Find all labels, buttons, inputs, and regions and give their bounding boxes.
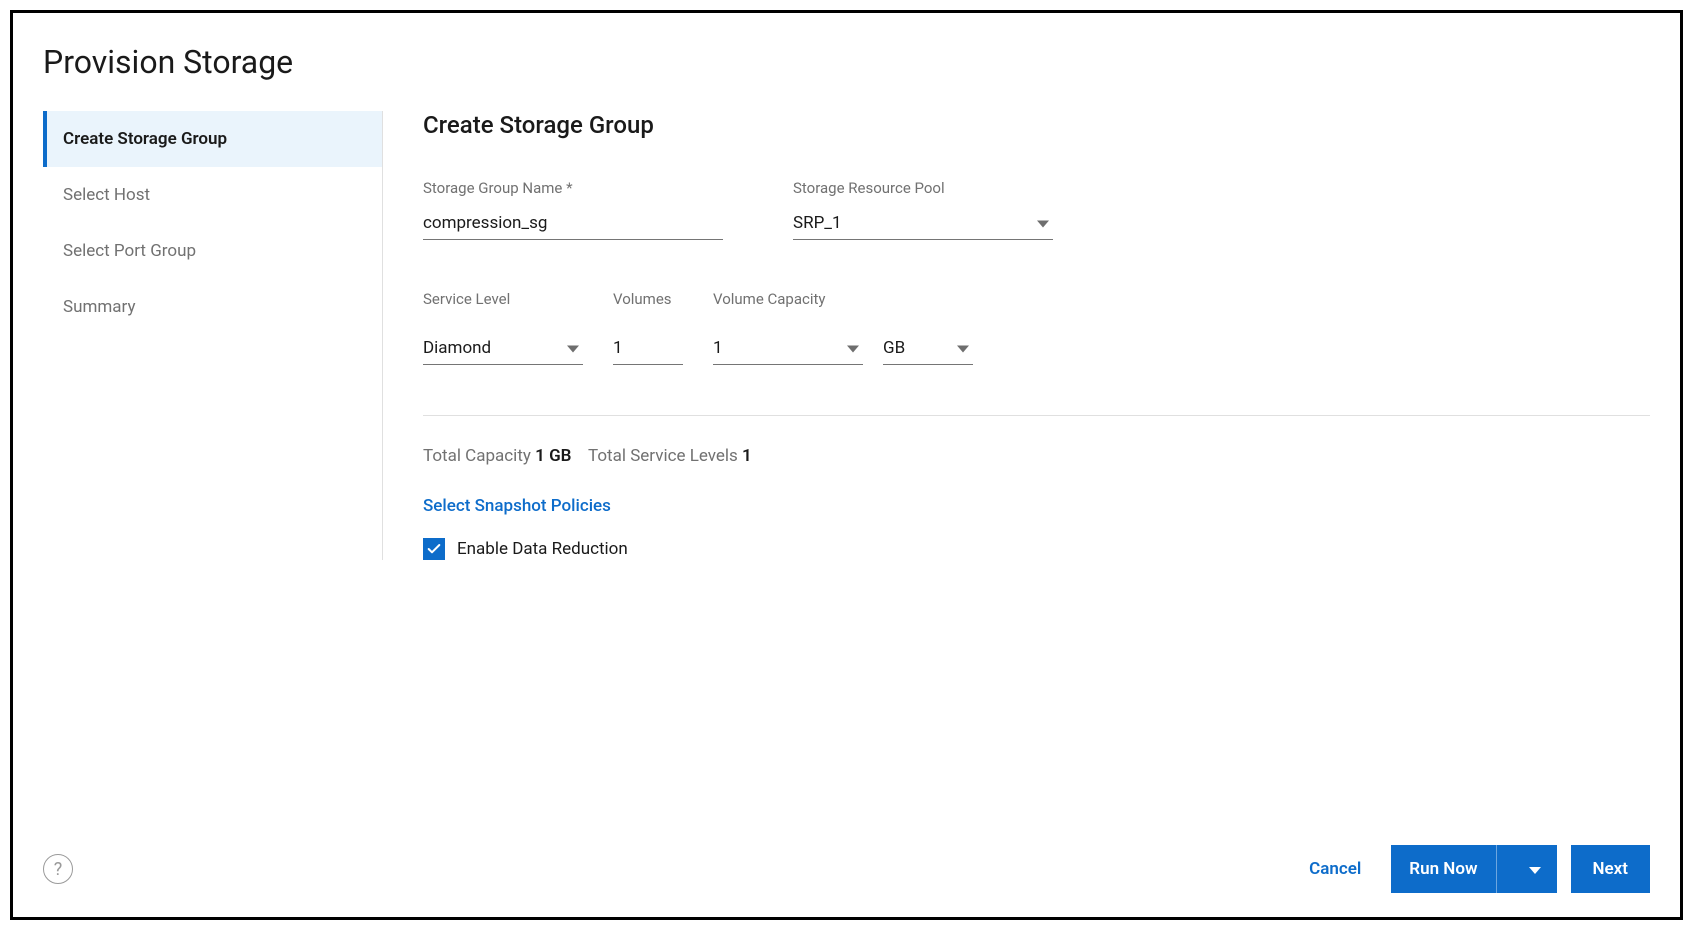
next-button[interactable]: Next <box>1571 845 1651 893</box>
sidebar-item-summary[interactable]: Summary <box>43 279 382 335</box>
volume-capacity-label: Volume Capacity <box>713 290 973 308</box>
chevron-down-icon <box>1529 867 1541 874</box>
storage-resource-pool-label: Storage Resource Pool <box>793 179 1053 197</box>
volumes-group: Volumes <box>613 290 683 365</box>
select-snapshot-policies-link[interactable]: Select Snapshot Policies <box>423 496 611 516</box>
volume-capacity-value: 1 <box>713 332 863 365</box>
help-icon[interactable]: ? <box>43 854 73 884</box>
sidebar-item-label: Select Port Group <box>63 241 196 261</box>
volume-capacity-select[interactable]: 1 <box>713 332 863 365</box>
cancel-button[interactable]: Cancel <box>1293 847 1377 891</box>
footer-bar: ? Cancel Run Now Next <box>43 845 1650 893</box>
form-row-1: Storage Group Name * Storage Resource Po… <box>423 179 1650 240</box>
wizard-steps-sidebar: Create Storage Group Select Host Select … <box>43 111 383 560</box>
service-level-group: Service Level Diamond <box>423 290 583 365</box>
total-service-levels-label: Total Service Levels <box>588 446 738 466</box>
run-now-dropdown-toggle[interactable] <box>1513 845 1557 893</box>
storage-group-name-group: Storage Group Name * <box>423 179 723 240</box>
help-glyph: ? <box>54 859 63 880</box>
enable-data-reduction-checkbox[interactable] <box>423 538 445 560</box>
volume-capacity-inputs: 1 GB <box>713 332 973 365</box>
footer-actions: Cancel Run Now Next <box>1293 845 1650 893</box>
totals-row: Total Capacity 1 GB Total Service Levels… <box>423 446 1650 466</box>
run-now-button[interactable]: Run Now <box>1391 845 1556 893</box>
sidebar-item-create-storage-group[interactable]: Create Storage Group <box>43 111 382 167</box>
main-panel: Create Storage Group Storage Group Name … <box>383 111 1650 560</box>
sidebar-item-select-port-group[interactable]: Select Port Group <box>43 223 382 279</box>
sidebar-item-label: Select Host <box>63 185 150 205</box>
sidebar-item-label: Summary <box>63 297 135 317</box>
total-capacity-label: Total Capacity <box>423 446 531 466</box>
content-wrapper: Create Storage Group Select Host Select … <box>13 81 1680 560</box>
page-title: Provision Storage <box>13 13 1680 81</box>
storage-group-name-label: Storage Group Name * <box>423 179 723 197</box>
sidebar-item-select-host[interactable]: Select Host <box>43 167 382 223</box>
sidebar-item-label: Create Storage Group <box>63 129 227 149</box>
service-level-value: Diamond <box>423 332 583 365</box>
service-level-select[interactable]: Diamond <box>423 332 583 365</box>
run-now-label: Run Now <box>1391 845 1496 893</box>
storage-resource-pool-group: Storage Resource Pool SRP_1 <box>793 179 1053 240</box>
enable-data-reduction-label: Enable Data Reduction <box>457 539 628 559</box>
volumes-input[interactable] <box>613 332 683 365</box>
main-heading: Create Storage Group <box>423 111 1650 139</box>
total-service-levels-value: 1 <box>742 446 752 466</box>
volume-capacity-unit-value: GB <box>883 332 973 365</box>
volumes-label: Volumes <box>613 290 683 308</box>
storage-resource-pool-value: SRP_1 <box>793 207 1053 240</box>
form-row-2: Service Level Diamond Volumes Volume Cap… <box>423 290 1650 365</box>
enable-data-reduction-row: Enable Data Reduction <box>423 538 1650 560</box>
checkmark-icon <box>426 541 442 557</box>
volume-capacity-group: Volume Capacity 1 GB <box>713 290 973 365</box>
service-level-label: Service Level <box>423 290 583 308</box>
storage-resource-pool-select[interactable]: SRP_1 <box>793 207 1053 240</box>
volume-capacity-unit-select[interactable]: GB <box>883 332 973 365</box>
divider <box>423 415 1650 416</box>
storage-group-name-input[interactable] <box>423 207 723 240</box>
total-capacity-value: 1 GB <box>535 446 571 466</box>
provision-storage-wizard: Provision Storage Create Storage Group S… <box>10 10 1683 920</box>
